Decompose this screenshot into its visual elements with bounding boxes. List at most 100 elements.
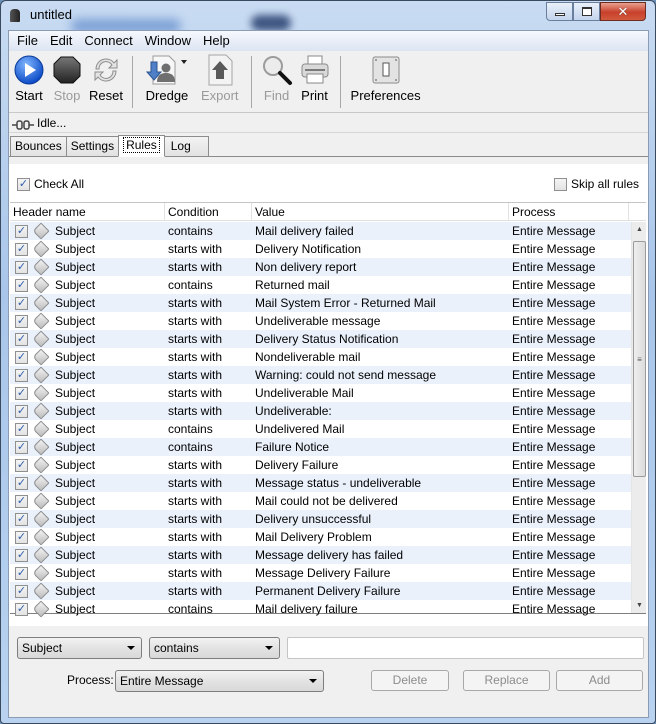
replace-button[interactable]: Replace	[463, 670, 550, 691]
header-name-cell: Subject	[10, 402, 165, 420]
tab-settings[interactable]: Settings	[65, 136, 120, 156]
row-checkbox[interactable]	[15, 386, 28, 400]
preferences-button[interactable]: Preferences	[347, 54, 425, 110]
row-checkbox[interactable]	[15, 566, 28, 580]
skip-all-rules-checkbox[interactable]: Skip all rules	[553, 177, 639, 191]
column-header-process[interactable]: Process	[509, 203, 629, 220]
row-checkbox[interactable]	[15, 278, 28, 292]
process-cell: Entire Message	[512, 224, 596, 238]
table-row[interactable]: Subject starts with Undeliverable message E…	[10, 312, 631, 330]
condition-cell: starts with	[168, 476, 223, 490]
value-cell: Mail could not be delivered	[255, 494, 398, 508]
table-row[interactable]: Subject starts with Undeliverable: Entire M…	[10, 402, 631, 420]
table-row[interactable]: Subject starts with Delivery Failure Entire…	[10, 456, 631, 474]
value-input[interactable]	[287, 637, 644, 659]
menu-connect[interactable]: Connect	[78, 31, 138, 51]
find-button[interactable]: Find	[258, 54, 296, 110]
tab-bounces[interactable]: Bounces	[10, 136, 67, 156]
table-row[interactable]: Subject starts with Permanent Delivery Fai…	[10, 582, 631, 600]
table-row[interactable]: Subject starts with Message status - undel…	[10, 474, 631, 492]
table-row[interactable]: Subject starts with Warning: could not sen…	[10, 366, 631, 384]
row-checkbox[interactable]	[15, 332, 28, 346]
table-row[interactable]: Subject starts with Nondeliverable mail Ent…	[10, 348, 631, 366]
condition-cell: starts with	[168, 368, 223, 382]
row-checkbox[interactable]	[15, 260, 28, 274]
tab-rules[interactable]: Rules	[118, 135, 165, 157]
minimize-button[interactable]	[546, 2, 573, 21]
dredge-button[interactable]: Dredge	[139, 54, 195, 110]
menu-help[interactable]: Help	[197, 31, 236, 51]
column-header-header-name[interactable]: Header name	[10, 203, 165, 220]
column-header-value[interactable]: Value	[252, 203, 509, 220]
grip-icon: ≡	[637, 354, 642, 364]
header-name-text: Subject	[55, 278, 96, 292]
row-checkbox[interactable]	[15, 296, 28, 310]
row-checkbox[interactable]	[15, 404, 28, 418]
menu-window[interactable]: Window	[139, 31, 197, 51]
scrollbar-thumb[interactable]: ≡	[633, 241, 646, 477]
row-checkbox[interactable]	[15, 548, 28, 562]
reset-button[interactable]: Reset	[86, 54, 126, 110]
row-checkbox[interactable]	[15, 350, 28, 364]
table-row[interactable]: Subject contains Mail delivery failed Entir…	[10, 222, 631, 240]
vertical-scrollbar[interactable]: ▲ ≡ ▼	[631, 222, 646, 613]
check-all-checkbox[interactable]: Check All	[17, 177, 84, 191]
add-button[interactable]: Add	[556, 670, 643, 691]
value-cell: Message Delivery Failure	[255, 566, 391, 580]
window-controls: ✕	[546, 2, 646, 21]
start-button[interactable]: Start	[9, 54, 48, 110]
table-row[interactable]: Subject contains Returned mail Entire Messa…	[10, 276, 631, 294]
row-checkbox[interactable]	[15, 368, 28, 382]
check-all-box[interactable]	[17, 177, 30, 191]
title-bar[interactable]: untitled ✕	[1, 1, 655, 33]
table-row[interactable]: Subject starts with Mail Delivery Problem E…	[10, 528, 631, 546]
stop-button[interactable]: Stop	[48, 54, 86, 110]
table-row[interactable]: Subject contains Undelivered Mail Entire Me…	[10, 420, 631, 438]
table-row[interactable]: Subject starts with Undeliverable Mail Enti…	[10, 384, 631, 402]
table-row[interactable]: Subject starts with Delivery Notification E…	[10, 240, 631, 258]
tab-log[interactable]: Log	[163, 136, 209, 156]
header-select[interactable]: Subject	[17, 637, 142, 659]
skip-all-rules-box[interactable]	[553, 177, 567, 191]
print-button[interactable]: Print	[296, 54, 334, 110]
row-checkbox[interactable]	[15, 602, 28, 616]
header-name-cell: Subject	[10, 330, 165, 348]
window-title: untitled	[30, 7, 72, 22]
row-checkbox[interactable]	[15, 422, 28, 436]
scroll-down-arrow-icon[interactable]: ▼	[632, 598, 647, 613]
close-button[interactable]: ✕	[600, 2, 646, 21]
condition-cell: starts with	[168, 548, 223, 562]
row-checkbox[interactable]	[15, 476, 28, 490]
row-checkbox[interactable]	[15, 584, 28, 598]
condition-select[interactable]: contains	[149, 637, 280, 659]
table-row[interactable]: Subject starts with Delivery Status Notifi…	[10, 330, 631, 348]
scroll-up-arrow-icon[interactable]: ▲	[632, 222, 647, 237]
table-row[interactable]: Subject starts with Message Delivery Failu…	[10, 564, 631, 582]
row-checkbox[interactable]	[15, 530, 28, 544]
menu-file[interactable]: File	[11, 31, 44, 51]
header-name-cell: Subject	[10, 294, 165, 312]
column-header-condition[interactable]: Condition	[165, 203, 252, 220]
table-row[interactable]: Subject contains Failure Notice Entire Mess…	[10, 438, 631, 456]
process-select[interactable]: Entire Message	[115, 670, 324, 692]
table-row[interactable]: Subject starts with Delivery unsuccessful E…	[10, 510, 631, 528]
toolbar-separator	[131, 56, 133, 108]
row-checkbox[interactable]	[15, 314, 28, 328]
header-name-text: Subject	[55, 458, 96, 472]
row-checkbox[interactable]	[15, 242, 28, 256]
row-checkbox[interactable]	[15, 458, 28, 472]
value-cell: Message status - undeliverable	[255, 476, 422, 490]
table-row[interactable]: Subject starts with Message delivery has f…	[10, 546, 631, 564]
row-checkbox[interactable]	[15, 512, 28, 526]
row-checkbox[interactable]	[15, 494, 28, 508]
table-row[interactable]: Subject starts with Mail System Error - Re…	[10, 294, 631, 312]
export-button[interactable]: Export	[195, 54, 245, 110]
table-row[interactable]: Subject contains Mail delivery failure Enti…	[10, 600, 631, 618]
menu-edit[interactable]: Edit	[44, 31, 78, 51]
delete-button[interactable]: Delete	[371, 670, 449, 691]
table-row[interactable]: Subject starts with Non delivery report Ent…	[10, 258, 631, 276]
maximize-button[interactable]	[573, 2, 600, 21]
row-checkbox[interactable]	[15, 224, 28, 238]
table-row[interactable]: Subject starts with Mail could not be deli…	[10, 492, 631, 510]
row-checkbox[interactable]	[15, 440, 28, 454]
